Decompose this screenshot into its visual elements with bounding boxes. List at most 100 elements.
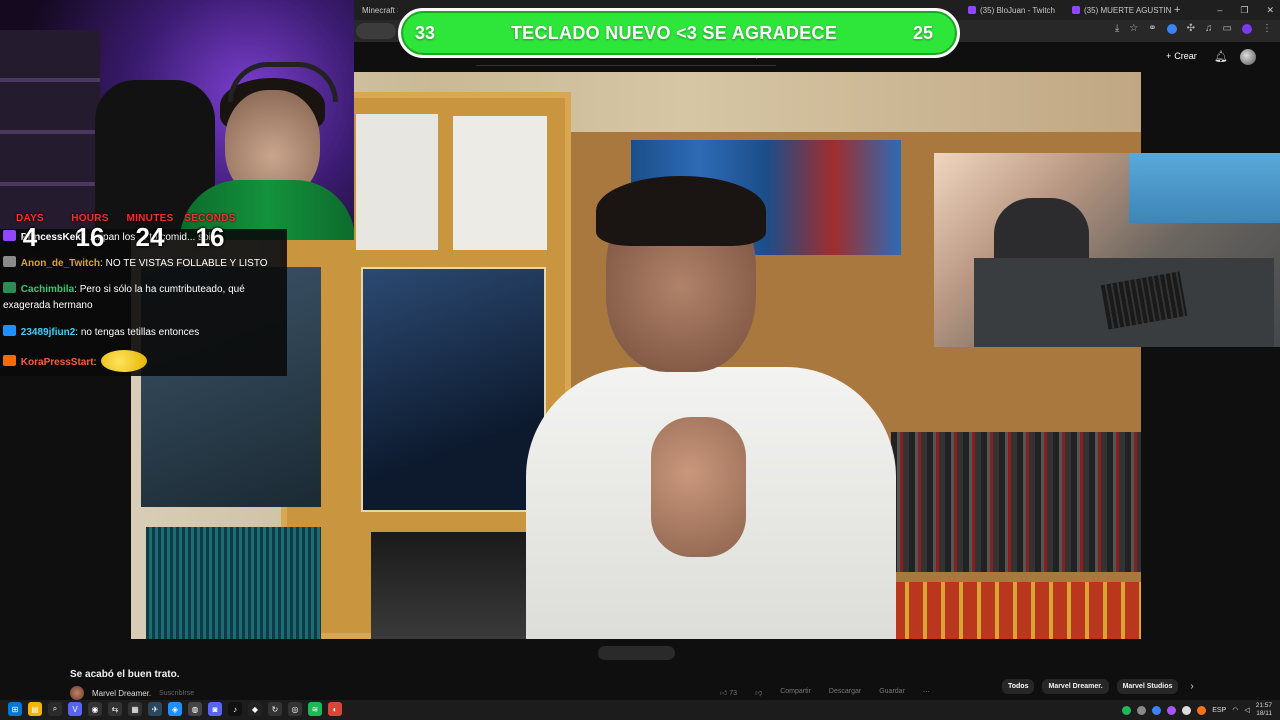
- app-icon[interactable]: ◉: [88, 702, 102, 716]
- tab-title: (35) MUERTE AGUSTIN 5...: [1084, 5, 1172, 15]
- banner-text: TECLADO NUEVO <3 SE AGRADECE: [510, 22, 838, 43]
- browser-tab[interactable]: Minecraft Skins - The...: [354, 0, 398, 20]
- download-button[interactable]: Descargar: [829, 688, 861, 697]
- windows-start-icon[interactable]: ⊞: [8, 702, 22, 716]
- twitch-icon: [1072, 6, 1080, 14]
- chrome-icon[interactable]: ◐: [328, 702, 342, 716]
- chevron-right-icon[interactable]: ›: [1190, 681, 1193, 692]
- link-icon[interactable]: ⚭: [1148, 23, 1156, 34]
- video-poster: [371, 532, 541, 639]
- chat-username: Cachimbila: [20, 284, 75, 295]
- screen: Minecraft Skins - The... (35) BloJuan - …: [0, 0, 1280, 720]
- chat-username: Anon_de_Twitch: [20, 258, 101, 269]
- steam-icon[interactable]: ✈: [148, 702, 162, 716]
- install-icon[interactable]: ⤓: [1115, 23, 1119, 34]
- restore-button[interactable]: ❐: [1240, 5, 1248, 16]
- url-input[interactable]: [356, 23, 396, 39]
- media-icon[interactable]: ♫: [1205, 23, 1213, 34]
- profile-avatar[interactable]: [1242, 23, 1252, 34]
- app-icon[interactable]: ◆: [248, 702, 262, 716]
- chat-username: KoraPressStart: [20, 357, 94, 368]
- clock-date: 18/11: [1256, 710, 1272, 717]
- video-controls-pill[interactable]: [598, 646, 675, 660]
- plus-icon: +: [1166, 51, 1172, 61]
- close-window-button[interactable]: ✕: [1266, 5, 1274, 16]
- app-icon[interactable]: ⇆: [108, 702, 122, 716]
- browser-tab[interactable]: (35) MUERTE AGUSTIN 5... ✕: [1064, 0, 1172, 20]
- video-poster: [146, 527, 321, 639]
- chip-all[interactable]: Todos: [1002, 679, 1035, 694]
- file-explorer-icon[interactable]: ▤: [28, 702, 42, 716]
- chat-message: Anon_de_Twitch: NO TE VISTAS FOLLABLE Y …: [3, 256, 283, 272]
- volume-icon[interactable]: ◁: [1244, 706, 1249, 714]
- tray-icon[interactable]: [1167, 705, 1177, 715]
- video-presenter: [526, 176, 896, 639]
- menu-icon[interactable]: ⋮: [1262, 23, 1272, 34]
- browser-tab[interactable]: (35) BloJuan - Twitch ✕: [960, 0, 1062, 20]
- facecam-shelf: [0, 30, 100, 240]
- extension-icon[interactable]: [1166, 23, 1177, 34]
- tray-icon[interactable]: [1152, 705, 1162, 715]
- account-avatar[interactable]: [1240, 49, 1256, 65]
- taskbar-apps: ⊞ ▤ ⌕ V ◉ ⇆ ▦ ✈ ◈ ◍ ◙ ♪ ◆ ↻ ◎ ≋ ◐: [8, 702, 342, 716]
- spotify-icon[interactable]: ≋: [308, 702, 322, 716]
- banner-left-number: 33: [414, 22, 436, 43]
- tray-icon[interactable]: [1197, 705, 1207, 715]
- twitch-icon: [968, 6, 976, 14]
- language-indicator[interactable]: ESP: [1212, 707, 1226, 714]
- chat-message: 23489jfiun2: no tengas tetillas entonces: [3, 325, 283, 341]
- countdown-timer: DAYS HOURS MINUTES SECONDS 4 16 24 16: [0, 213, 240, 257]
- timer-value-minutes: 24: [135, 222, 165, 252]
- clock-time: 21:57: [1255, 702, 1272, 709]
- channel-avatar[interactable]: [70, 686, 84, 700]
- save-button[interactable]: Guardar: [879, 688, 905, 697]
- tray-icon[interactable]: [1182, 705, 1192, 715]
- chat-message: Cachimbila: Pero si sólo la ha cumtribut…: [3, 282, 283, 314]
- more-actions-icon[interactable]: ⋯: [923, 688, 930, 697]
- minimize-button[interactable]: –: [1217, 5, 1222, 16]
- window-controls: – ❐ ✕: [1217, 5, 1274, 16]
- app-icon[interactable]: ◈: [168, 702, 182, 716]
- create-button[interactable]: + Crear: [1166, 51, 1197, 61]
- windows-taskbar: ⊞ ▤ ⌕ V ◉ ⇆ ▦ ✈ ◈ ◍ ◙ ♪ ◆ ↻ ◎ ≋ ◐ ESP ◠: [0, 700, 1280, 720]
- goal-banner: 33 TECLADO NUEVO <3 SE AGRADECE 25: [398, 8, 960, 58]
- notifications-bell-icon[interactable]: 🔔︎: [1214, 50, 1228, 63]
- chip-channel[interactable]: Marvel Dreamer.: [1042, 679, 1109, 694]
- app-icon[interactable]: ◎: [288, 702, 302, 716]
- app-icon[interactable]: ◍: [188, 702, 202, 716]
- wifi-icon[interactable]: ◠: [1232, 706, 1238, 714]
- chip-marvel-studios[interactable]: Marvel Studios: [1116, 679, 1179, 694]
- video-sketch-poster: [356, 114, 438, 250]
- video-avengers-poster: [361, 267, 546, 512]
- search-icon[interactable]: ⌕: [48, 702, 62, 716]
- desk-cam-bed: [1129, 153, 1280, 223]
- streamer-facecam: [0, 0, 354, 240]
- bookmark-star-icon[interactable]: ☆: [1129, 23, 1138, 34]
- banner-right-number: 25: [912, 22, 933, 43]
- new-tab-button[interactable]: +: [1174, 4, 1180, 16]
- dislike-button[interactable]: 👎︎: [755, 688, 762, 697]
- tray-icon[interactable]: [1137, 705, 1147, 715]
- tiktok-icon[interactable]: ♪: [228, 702, 242, 716]
- share-button[interactable]: Compartir: [780, 688, 811, 697]
- app-icon[interactable]: ▦: [128, 702, 142, 716]
- tray-icon[interactable]: [1122, 705, 1132, 715]
- like-button[interactable]: 👍︎ 73: [720, 688, 737, 697]
- app-icon[interactable]: ↻: [268, 702, 282, 716]
- thumbs-up-icon: 👍︎: [720, 690, 728, 697]
- vpn-icon[interactable]: V: [68, 702, 82, 716]
- subscribe-button[interactable]: SuscribIrse: [159, 690, 194, 697]
- channel-name[interactable]: Marvel Dreamer.: [92, 689, 151, 698]
- system-tray: ESP ◠ ◁ 21:57 18/11: [1122, 702, 1272, 718]
- clock[interactable]: 21:57 18/11: [1256, 702, 1272, 718]
- extensions-puzzle-icon[interactable]: ✣: [1187, 23, 1195, 34]
- discord-icon[interactable]: ◙: [208, 702, 222, 716]
- tab-title: (35) BloJuan - Twitch: [980, 5, 1055, 15]
- presenter-hand: [651, 417, 746, 557]
- sidebar-icon[interactable]: ▭: [1223, 23, 1232, 34]
- chat-emote-icon: [101, 350, 148, 372]
- timer-value-seconds: 16: [195, 222, 225, 252]
- create-label: Crear: [1174, 51, 1197, 61]
- desk-camera: [934, 153, 1280, 347]
- chat-username: 23489jfiun2: [20, 327, 76, 338]
